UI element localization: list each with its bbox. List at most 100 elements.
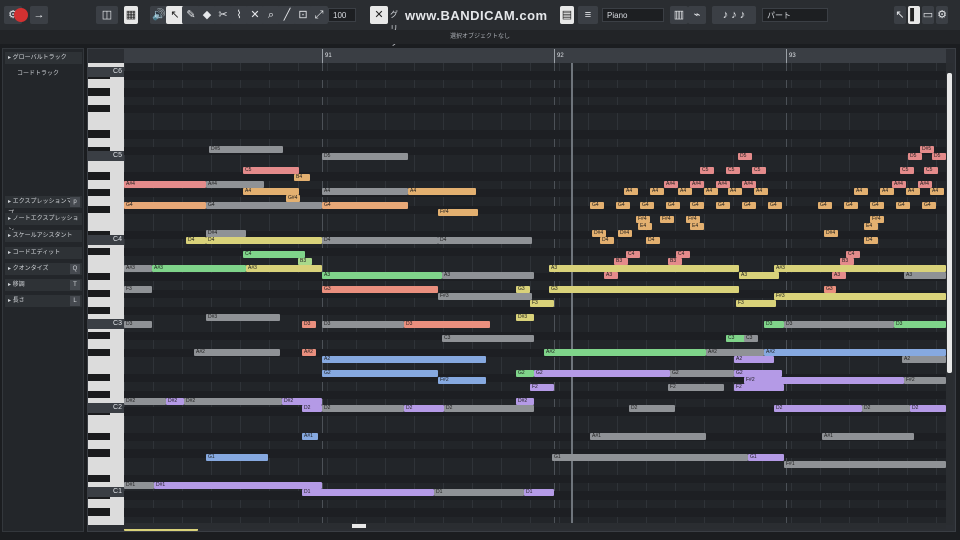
midi-note[interactable]: G4	[124, 202, 206, 209]
horizontal-scrollbar[interactable]	[124, 523, 946, 529]
midi-note[interactable]: C4	[626, 251, 640, 258]
black-key[interactable]	[88, 373, 110, 382]
midi-note[interactable]: C3	[442, 335, 534, 342]
midi-note[interactable]: A4	[906, 188, 920, 195]
midi-note[interactable]: D#4	[206, 230, 246, 237]
midi-note[interactable]: F2	[734, 384, 784, 391]
midi-note[interactable]: D2	[444, 405, 534, 412]
midi-note[interactable]: F#4	[438, 209, 478, 216]
midi-note[interactable]: D2	[910, 405, 946, 412]
midi-note[interactable]: F3	[530, 300, 554, 307]
panel-left-icon[interactable]: ▌	[908, 6, 920, 24]
inspector-section[interactable]: ▸ クオンタイズ Q	[5, 263, 82, 275]
black-key[interactable]	[88, 172, 110, 180]
arrow-icon[interactable]: →	[30, 6, 48, 24]
midi-note[interactable]: A#3	[774, 265, 946, 272]
midi-note[interactable]: G2	[734, 370, 782, 377]
midi-note[interactable]: G4	[742, 202, 756, 209]
black-key[interactable]	[88, 130, 110, 138]
step-input-icons[interactable]: ♪ ♪ ♪	[712, 6, 756, 24]
midi-note[interactable]: D#3	[206, 314, 280, 321]
black-key[interactable]	[88, 306, 110, 314]
black-key[interactable]	[88, 289, 110, 298]
midi-note[interactable]: A4	[408, 188, 476, 195]
window-arrow-icon[interactable]: ↖	[894, 6, 906, 24]
record-icon[interactable]	[14, 8, 28, 22]
midi-note[interactable]: A#4	[892, 181, 906, 188]
midi-note[interactable]: A4	[880, 188, 894, 195]
midi-note[interactable]: A4	[930, 188, 944, 195]
midi-note[interactable]: D4	[864, 237, 878, 244]
midi-note[interactable]: B3	[614, 258, 628, 265]
midi-note[interactable]: A#4	[716, 181, 730, 188]
midi-note[interactable]: A4	[650, 188, 664, 195]
list-icon[interactable]: ≡	[578, 6, 598, 24]
midi-note[interactable]: A3	[442, 272, 534, 279]
midi-note[interactable]: G2	[516, 370, 534, 377]
midi-note[interactable]: D3	[764, 321, 784, 328]
midi-note[interactable]: A#2	[302, 349, 316, 356]
quantize-mode-icon[interactable]: ▦	[124, 6, 138, 24]
black-key[interactable]	[88, 348, 110, 356]
midi-note[interactable]: A#4	[742, 181, 756, 188]
black-key[interactable]	[88, 432, 110, 440]
inspector-section[interactable]: ▸ 移調 T	[5, 279, 82, 291]
calendar-icon[interactable]: ▤	[560, 6, 574, 24]
midi-note[interactable]: D#1	[124, 482, 154, 489]
inspector-section[interactable]: ▸ 長さ L	[5, 295, 82, 307]
midi-note[interactable]: A4	[854, 188, 868, 195]
midi-note[interactable]: D#3	[516, 314, 534, 321]
midi-note[interactable]: F#4	[636, 216, 650, 223]
midi-note[interactable]: C5	[726, 167, 740, 174]
midi-note[interactable]: G4	[616, 202, 630, 209]
midi-note[interactable]: G3	[322, 286, 438, 293]
piano-keyboard[interactable]: C6 C5 C4 C3 C2 C1	[88, 63, 124, 525]
midi-note[interactable]: A#1	[590, 433, 706, 440]
midi-note[interactable]: A2	[734, 356, 774, 363]
note-expression-icon[interactable]: ⌁	[688, 6, 706, 24]
midi-note[interactable]: F#4	[686, 216, 700, 223]
midi-note[interactable]: D1	[524, 489, 554, 496]
midi-note[interactable]: G3	[516, 286, 530, 293]
step-icon[interactable]: ⤢	[310, 6, 328, 24]
midi-note[interactable]: D3	[784, 321, 894, 328]
midi-note[interactable]: B4	[294, 174, 310, 181]
midi-note[interactable]: A4	[754, 188, 768, 195]
midi-note[interactable]: D3	[322, 321, 404, 328]
midi-note[interactable]: G4	[922, 202, 936, 209]
midi-note[interactable]: A#3	[246, 265, 322, 272]
midi-note[interactable]: A3	[904, 272, 946, 279]
midi-note[interactable]: F#4	[660, 216, 674, 223]
midi-note[interactable]: D4	[438, 237, 532, 244]
midi-note[interactable]: D4	[322, 237, 438, 244]
midi-note[interactable]: A2	[322, 356, 486, 363]
midi-note[interactable]: F3	[736, 300, 776, 307]
midi-note[interactable]: G2	[670, 370, 734, 377]
midi-note[interactable]: F#2	[744, 377, 904, 384]
midi-note[interactable]: D#1	[154, 482, 322, 489]
midi-note[interactable]: D#5	[209, 146, 283, 153]
midi-note[interactable]: A3	[549, 265, 739, 272]
midi-note[interactable]: A#4	[918, 181, 932, 188]
midi-note[interactable]: D1	[434, 489, 524, 496]
midi-note[interactable]: D4	[600, 237, 614, 244]
midi-note[interactable]: D2	[862, 405, 910, 412]
midi-note[interactable]: A2	[902, 356, 946, 363]
midi-note[interactable]: G2	[322, 370, 438, 377]
midi-note[interactable]: A#2	[706, 349, 764, 356]
vertical-scrollbar[interactable]	[946, 63, 953, 525]
inspector-section[interactable]: ▸ エクスプレッションマップp	[5, 196, 82, 217]
midi-note[interactable]: C5	[700, 167, 714, 174]
midi-note[interactable]: D#2	[166, 398, 184, 405]
chord-icon[interactable]: ▥	[670, 6, 688, 24]
inspector-section[interactable]: ▸ グローバルトラック	[5, 52, 82, 64]
midi-note[interactable]: B3	[298, 258, 312, 265]
midi-note[interactable]: A4	[243, 188, 299, 195]
midi-note[interactable]: F#3	[438, 293, 532, 300]
part-select[interactable]: パート	[762, 8, 828, 22]
midi-note[interactable]: A4	[322, 188, 408, 195]
midi-note[interactable]: A#3	[152, 265, 246, 272]
black-key[interactable]	[88, 390, 110, 398]
midi-note[interactable]: G4	[640, 202, 654, 209]
midi-note[interactable]: G4	[870, 202, 884, 209]
